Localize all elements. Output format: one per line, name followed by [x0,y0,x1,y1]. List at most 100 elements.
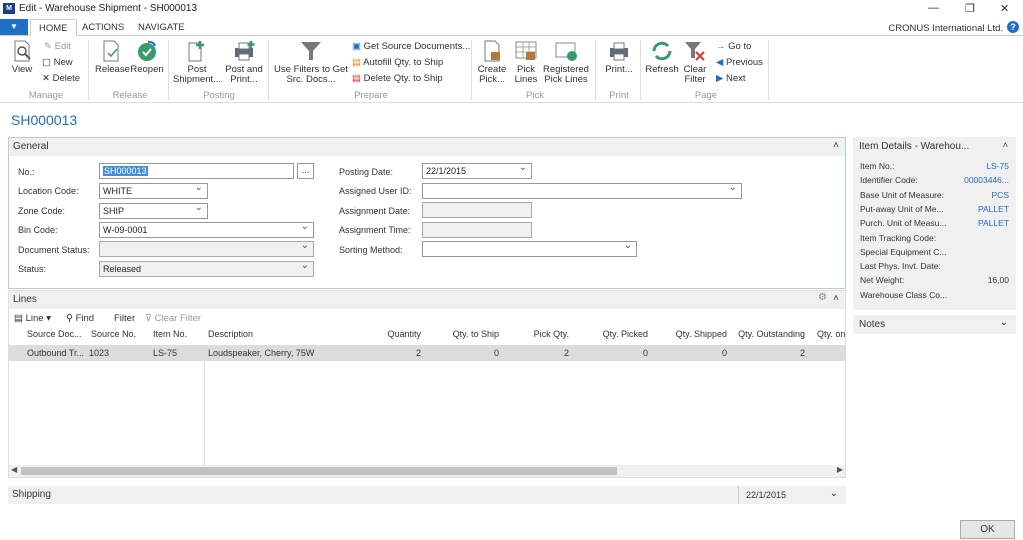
item-detail-value[interactable]: PALLET [978,204,1009,214]
item-detail-row: Item No.: LS-75 [860,161,1009,175]
col-source-doc[interactable]: Source Doc... [27,329,82,339]
assigned-user-label: Assigned User ID: [339,186,412,196]
assigned-user-field[interactable] [422,182,742,199]
general-header[interactable]: General ˄ [9,138,845,156]
tab-navigate[interactable]: NAVIGATE [130,19,193,36]
col-item-no[interactable]: Item No. [153,329,187,339]
find-label: Find [75,313,95,324]
chevron-down-icon[interactable]: ⌄ [1000,317,1008,328]
col-quantity[interactable]: Quantity [387,329,421,339]
registered-pick-lines-button[interactable]: Registered Pick Lines [543,40,589,85]
ok-button[interactable]: OK [960,520,1015,539]
delete-button[interactable]: ✕ Delete [42,73,80,84]
use-filters-button[interactable]: Use Filters to Get Src. Docs... [274,40,348,85]
refresh-button[interactable]: Refresh [645,40,679,75]
status-label: Status: [18,264,47,274]
reopen-button[interactable]: Reopen [130,40,164,75]
lines-column-header: Source Doc... Source No. Item No. Descri… [9,329,845,345]
clear-filter-icon: ⊽ [145,313,152,324]
no-field[interactable]: SH000013 [99,163,294,179]
line-menu-button[interactable]: ▤ Line ▾ [14,313,51,324]
location-code-label: Location Code: [18,186,79,196]
clear-filter-label-2: Filter [684,74,706,85]
status-field[interactable]: Released [99,260,314,277]
print-button[interactable]: Print... [602,40,636,75]
edit-label: Edit [54,41,71,52]
lines-title: Lines [13,294,37,305]
pick-lines-button[interactable]: Pick Lines [510,40,542,85]
chevron-down-icon[interactable]: ⌄ [830,488,838,499]
chevron-up-icon[interactable]: ˄ [833,293,839,304]
minimize-button[interactable]: — [928,2,939,14]
create-pick-label-2: Pick... [479,74,505,85]
zone-code-field[interactable]: SHIP [99,202,208,219]
bin-code-field[interactable]: W-09-0001 [99,221,314,238]
previous-button[interactable]: ◀ Previous [716,57,763,68]
chevron-up-icon[interactable]: ˄ [833,140,839,151]
filter-icon [301,42,321,60]
scrollbar-thumb[interactable] [21,467,617,475]
filter-button[interactable]: Filter [114,313,135,324]
edit-button[interactable]: ✎ Edit [44,41,71,52]
location-code-field[interactable]: WHITE [99,182,208,199]
tab-actions[interactable]: ACTIONS [74,19,132,36]
col-pick-qty[interactable]: Pick Qty. [534,329,569,339]
item-detail-value[interactable]: 00003446... [964,175,1009,185]
sorting-method-label: Sorting Method: [339,245,403,255]
general-title: General [13,141,49,152]
document-status-field[interactable] [99,240,314,257]
item-detail-value[interactable]: LS-75 [986,161,1009,171]
ribbon-divider [88,40,89,100]
shipping-date: 22/1/2015 [746,490,787,500]
cell-qty-to-ship: 0 [493,348,499,358]
post-shipment-button[interactable]: Post Shipment... [173,40,221,85]
col-qty-outstanding[interactable]: Qty. Outstanding [738,329,805,339]
release-icon [103,40,119,62]
no-assist-button[interactable]: ... [297,163,314,179]
col-qty-shipped[interactable]: Qty. Shipped [676,329,727,339]
item-detail-value[interactable]: PALLET [978,218,1009,228]
notes-factbox[interactable]: Notes ⌄ [853,315,1016,334]
item-detail-row: Item Tracking Code: [860,233,1009,247]
col-qty-picked[interactable]: Qty. Picked [603,329,648,339]
lines-header[interactable]: Lines ˄ ⚙ [9,291,845,309]
view-button[interactable]: View [8,40,36,75]
scroll-left-icon[interactable]: ◀ [11,465,17,474]
get-source-documents-button[interactable]: ▣ Get Source Documents... [352,41,470,52]
item-detail-row: Base Unit of Measure: PCS [860,190,1009,204]
clear-filter-button[interactable]: Clear Filter [681,40,709,85]
find-button[interactable]: ⚲ Find [66,313,94,324]
col-description[interactable]: Description [208,329,253,339]
cell-description: Loudspeaker, Cherry, 75W [208,348,315,358]
release-button[interactable]: Release [95,40,130,75]
help-icon[interactable]: ? [1007,21,1019,33]
restore-button[interactable]: ❐ [965,2,975,15]
app-menu-button[interactable]: ▼ [0,19,28,35]
posting-date-field[interactable]: 22/1/2015 [422,162,532,179]
next-button[interactable]: ▶ Next [716,73,746,84]
autofill-qty-button[interactable]: ▤ Autofill Qty. to Ship [352,57,443,68]
shipping-title: Shipping [12,489,51,500]
table-row[interactable]: Outbound Tr... 1023 LS-75 Loudspeaker, C… [9,345,845,361]
create-pick-button[interactable]: Create Pick... [476,40,508,85]
tab-home[interactable]: HOME [30,19,77,36]
col-qty-to-ship[interactable]: Qty. to Ship [453,329,499,339]
settings-icon[interactable]: ⚙ [818,292,827,303]
shipping-panel[interactable]: Shipping 22/1/2015 ⌄ [8,486,846,504]
item-detail-label: Base Unit of Measure: [860,189,945,200]
group-release: Release [112,90,148,101]
close-button[interactable]: ✕ [1000,2,1009,15]
post-and-print-button[interactable]: Post and Print... [224,40,264,85]
chevron-up-icon[interactable]: ˄ [1003,140,1008,150]
sorting-method-field[interactable] [422,240,637,257]
horizontal-scrollbar[interactable]: ◀ ▶ [9,465,845,477]
item-detail-value[interactable]: PCS [992,190,1009,200]
new-button[interactable]: ▢ New [42,57,73,68]
go-to-button[interactable]: → Go to [716,41,751,52]
col-source-no[interactable]: Source No. [91,329,136,339]
post-print-label-2: Print... [230,74,258,85]
clear-filter-lines-button[interactable]: ⊽ Clear Filter [145,313,201,324]
scroll-right-icon[interactable]: ▶ [837,465,843,474]
col-qty-on[interactable]: Qty. on [817,329,845,339]
delete-qty-button[interactable]: ▤ Delete Qty. to Ship [352,73,443,84]
